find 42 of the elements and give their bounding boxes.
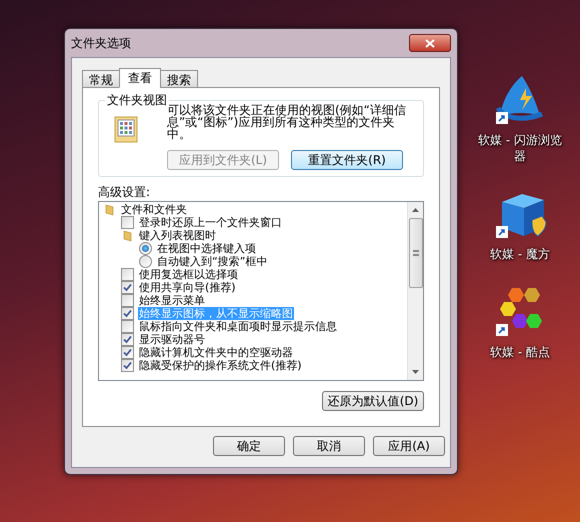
setting-label[interactable]: 使用复选框以选择项: [138, 268, 239, 281]
folder-view-button[interactable]: 重置文件夹(R): [291, 150, 403, 170]
advanced-settings-label: 高级设置:: [98, 185, 152, 199]
setting-label[interactable]: 登录时还原上一个文件夹窗口: [138, 216, 283, 229]
setting-label[interactable]: 在视图中选择键入项: [156, 242, 257, 255]
setting-label[interactable]: 键入列表视图时: [138, 229, 217, 242]
checkbox[interactable]: [121, 359, 134, 372]
icon-label: 软媒 - 魔方: [489, 246, 551, 262]
description-text: 可以将该文件夹正在使用的视图(例如“详细信息”或“图标”)应用到所有这种类型的文件夹中。: [167, 104, 407, 140]
checkbox[interactable]: [121, 307, 134, 320]
checkbox[interactable]: [121, 294, 134, 307]
window-title: 文件夹选项: [71, 35, 131, 52]
setting-label[interactable]: 自动键入到“搜索”框中: [156, 255, 268, 268]
checkbox[interactable]: [121, 268, 134, 281]
radio-button[interactable]: [139, 242, 152, 255]
close-icon: [425, 38, 435, 48]
group-heading: 文件夹视图: [105, 93, 169, 107]
setting-label[interactable]: 隐藏受保护的操作系统文件(推荐): [138, 359, 303, 372]
checkbox[interactable]: [121, 281, 134, 294]
icon-label: 软媒 - 酷点: [489, 344, 551, 360]
setting-label[interactable]: 文件和文件夹: [120, 203, 188, 216]
setting-label[interactable]: 始终显示菜单: [138, 294, 206, 307]
tab[interactable]: 查看: [119, 68, 161, 88]
setting-label[interactable]: 隐藏计算机文件夹中的空驱动器: [138, 346, 294, 359]
dialog-button[interactable]: 应用(A): [373, 436, 445, 456]
setting-label[interactable]: 显示驱动器号: [138, 333, 206, 346]
restore-defaults-button[interactable]: 还原为默认值(D): [322, 391, 424, 411]
icon-label: 软媒 - 闪游浏览器: [477, 132, 563, 164]
setting-label[interactable]: 使用共享向导(推荐): [138, 281, 237, 294]
tab[interactable]: 搜索: [160, 70, 198, 88]
tab[interactable]: 常规: [82, 70, 120, 88]
close-button[interactable]: [409, 34, 451, 52]
radio-button[interactable]: [139, 255, 152, 268]
folder-icon: [103, 203, 116, 216]
checkbox[interactable]: [121, 346, 134, 359]
setting-label[interactable]: 鼠标指向文件夹和桌面项时显示提示信息: [138, 320, 338, 333]
folder-icon: [121, 229, 134, 242]
checkbox[interactable]: [121, 333, 134, 346]
checkbox[interactable]: [121, 320, 134, 333]
dialog-button[interactable]: 取消: [293, 436, 365, 456]
checkbox[interactable]: [121, 216, 134, 229]
dialog-button[interactable]: 确定: [213, 436, 285, 456]
